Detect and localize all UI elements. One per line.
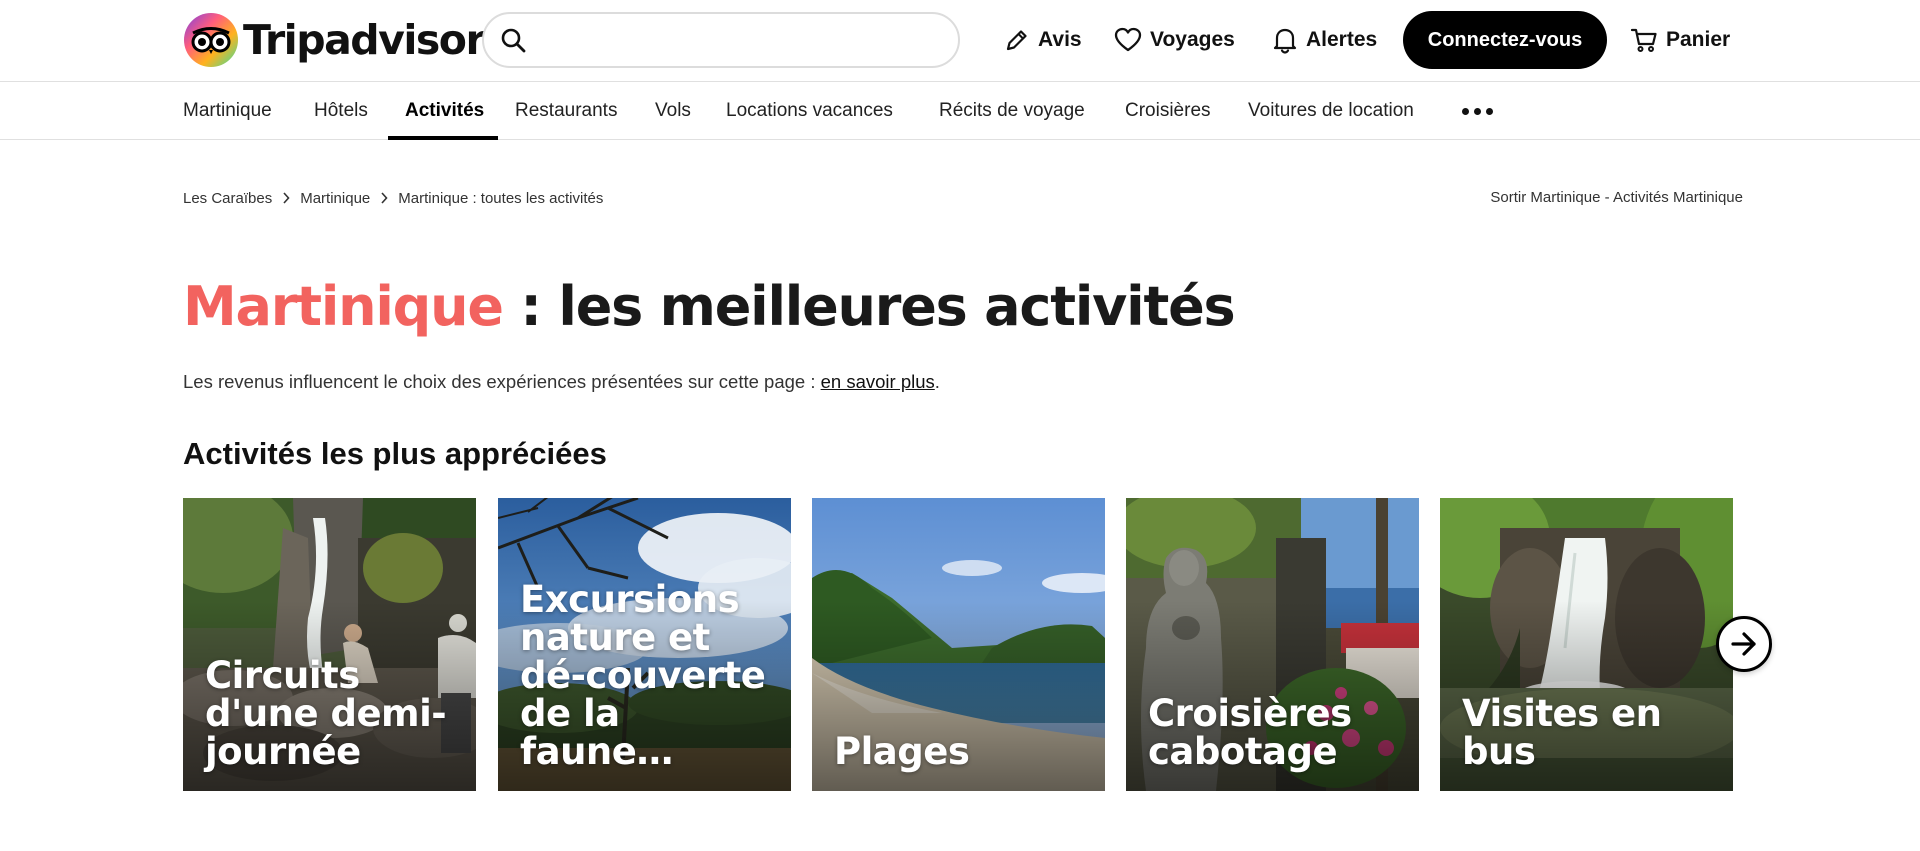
activity-card[interactable]: Plages bbox=[812, 498, 1105, 791]
tab-restaurants[interactable]: Restaurants bbox=[515, 82, 617, 140]
page-title: Martinique : les meilleures activités bbox=[183, 272, 1236, 342]
carousel-next-button[interactable] bbox=[1716, 616, 1772, 672]
activity-card[interactable]: Visites en bus bbox=[1440, 498, 1733, 791]
exit-link[interactable]: Sortir Martinique - Activités Martinique bbox=[1490, 187, 1743, 209]
pencil-icon bbox=[1006, 30, 1027, 51]
top-header: Tripadvisor Avis Voyages Alertes Connect… bbox=[0, 0, 1920, 82]
cart-icon bbox=[1630, 28, 1657, 52]
tab-hotels[interactable]: Hôtels bbox=[314, 82, 368, 140]
tab-activites[interactable]: Activités bbox=[405, 82, 484, 140]
card-label: Excursions nature et dé-couverte de la f… bbox=[520, 578, 766, 773]
arrow-right-icon bbox=[1731, 632, 1756, 656]
cart-link[interactable]: Panier bbox=[1630, 22, 1730, 58]
category-tabs: Martinique Hôtels Activités Restaurants … bbox=[0, 82, 1920, 140]
active-tab-indicator bbox=[388, 136, 498, 140]
card-label: Circuits d'une demi-journée bbox=[205, 654, 447, 773]
bell-icon bbox=[1273, 28, 1297, 54]
activity-card[interactable]: Excursions nature et dé-couverte de la f… bbox=[498, 498, 791, 791]
activity-card[interactable]: Circuits d'une demi-journée bbox=[183, 498, 476, 791]
search-icon bbox=[501, 28, 526, 53]
activity-card[interactable]: Croisières cabotage bbox=[1126, 498, 1419, 791]
tab-vols[interactable]: Vols bbox=[655, 82, 691, 140]
trips-link[interactable]: Voyages bbox=[1114, 22, 1235, 58]
tab-recits-de-voyage[interactable]: Récits de voyage bbox=[939, 82, 1085, 140]
more-dots-icon[interactable] bbox=[1462, 82, 1493, 140]
card-label: Plages bbox=[834, 730, 970, 773]
breadcrumb-current: Martinique : toutes les activités bbox=[398, 189, 604, 207]
login-button[interactable]: Connectez-vous bbox=[1403, 11, 1607, 69]
chevron-right-icon bbox=[380, 192, 388, 204]
breadcrumb: Les Caraïbes Martinique Martinique : tou… bbox=[183, 187, 603, 209]
revenue-disclaimer: Les revenus influencent le choix des exp… bbox=[183, 369, 940, 395]
page-title-rest: : les meilleures activités bbox=[502, 275, 1235, 338]
disclaimer-text: Les revenus influencent le choix des exp… bbox=[183, 371, 821, 392]
logo-wordmark: Tripadvisor bbox=[243, 15, 486, 64]
reviews-link[interactable]: Avis bbox=[1004, 22, 1082, 58]
disclaimer-end: . bbox=[934, 371, 940, 392]
chevron-right-icon bbox=[282, 192, 290, 204]
tab-martinique[interactable]: Martinique bbox=[183, 82, 272, 140]
page-title-place: Martinique bbox=[183, 275, 504, 338]
owl-logo-icon bbox=[184, 13, 238, 67]
reviews-label: Avis bbox=[1038, 28, 1082, 51]
tab-locations-vacances[interactable]: Locations vacances bbox=[726, 82, 893, 140]
alerts-link[interactable]: Alertes bbox=[1272, 22, 1377, 58]
card-label: Visites en bus bbox=[1462, 692, 1662, 773]
tab-voitures-de-location[interactable]: Voitures de location bbox=[1248, 82, 1414, 140]
breadcrumb-item[interactable]: Martinique bbox=[300, 190, 370, 207]
card-label: Croisières cabotage bbox=[1148, 692, 1352, 773]
section-title: Activités les plus appréciées bbox=[183, 436, 607, 471]
learn-more-link[interactable]: en savoir plus bbox=[821, 371, 935, 392]
breadcrumb-item[interactable]: Les Caraïbes bbox=[183, 190, 272, 207]
search-bar[interactable] bbox=[482, 12, 960, 68]
cart-label: Panier bbox=[1666, 28, 1731, 51]
tripadvisor-logo[interactable]: Tripadvisor bbox=[183, 12, 486, 68]
search-input[interactable] bbox=[536, 14, 958, 66]
alerts-label: Alertes bbox=[1306, 28, 1378, 51]
tab-croisieres[interactable]: Croisières bbox=[1125, 82, 1211, 140]
trips-label: Voyages bbox=[1150, 28, 1235, 51]
heart-icon bbox=[1114, 27, 1142, 52]
